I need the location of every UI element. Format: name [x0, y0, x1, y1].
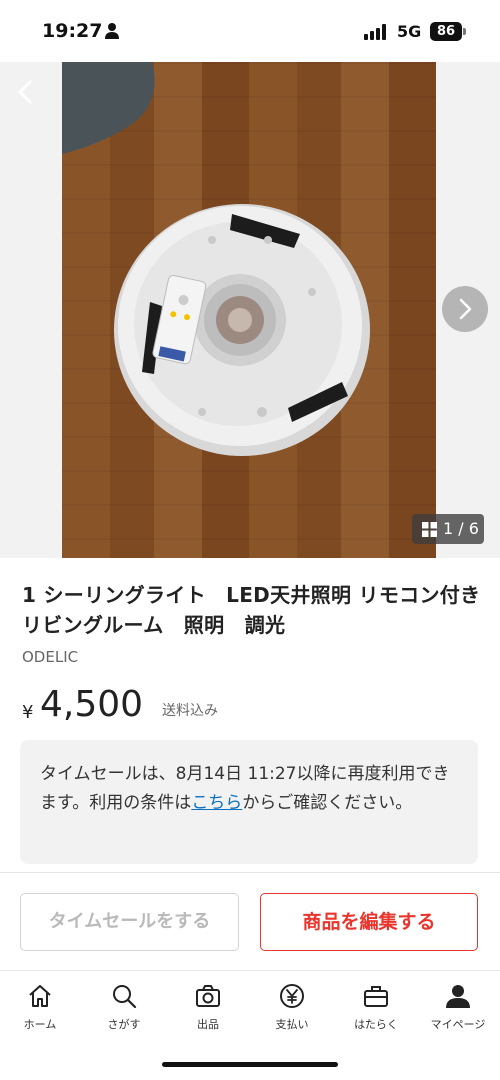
- timesale-button[interactable]: タイムセールをする: [20, 893, 239, 951]
- tab-payment[interactable]: 支払い: [252, 982, 332, 1042]
- shipping-note: 送料込み: [162, 703, 218, 719]
- yen-icon: [280, 984, 304, 1008]
- battery-icon: 86: [430, 22, 462, 41]
- notice-link[interactable]: こちら: [191, 793, 242, 813]
- home-icon: [29, 985, 51, 1007]
- image-counter[interactable]: 1 / 6: [412, 514, 484, 544]
- timesale-notice: タイムセールは、8月14日 11:27以降に再度利用できます。利用の条件はこちら…: [20, 740, 478, 864]
- image-gallery[interactable]: 1 / 6: [0, 62, 500, 558]
- person-status-icon: [105, 23, 119, 39]
- chevron-right-icon: [459, 298, 472, 320]
- briefcase-icon: [364, 986, 388, 1007]
- divider: [0, 970, 500, 971]
- tab-mypage[interactable]: マイページ: [418, 982, 498, 1042]
- price-value: 4,500: [40, 684, 144, 725]
- ceiling-light-image: [62, 62, 370, 456]
- tab-search[interactable]: さがす: [84, 982, 164, 1042]
- tab-payment-label: 支払い: [275, 1018, 309, 1031]
- tab-home[interactable]: ホーム: [0, 982, 80, 1042]
- tab-work-label: はたらく: [354, 1018, 398, 1031]
- home-indicator: [162, 1062, 338, 1067]
- divider: [0, 872, 500, 873]
- back-arrow-icon[interactable]: [10, 72, 42, 112]
- edit-item-button[interactable]: 商品を編集する: [260, 893, 478, 951]
- network-type: 5G: [397, 22, 422, 41]
- tab-search-label: さがす: [107, 1018, 141, 1031]
- product-photo[interactable]: [62, 62, 436, 558]
- tab-work[interactable]: はたらく: [336, 982, 416, 1042]
- image-counter-label: 1 / 6: [443, 519, 479, 538]
- product-brand[interactable]: ODELIC: [22, 648, 78, 666]
- next-image-button[interactable]: [442, 286, 488, 332]
- battery-tip: [463, 28, 466, 35]
- price-currency: ¥: [22, 702, 34, 723]
- tab-home-label: ホーム: [23, 1018, 57, 1031]
- product-title: 1 シーリングライト LED天井照明 リモコン付き リビングルーム 照明 調光: [22, 583, 500, 637]
- tab-sell-label: 出品: [197, 1018, 219, 1031]
- tab-sell[interactable]: 出品: [168, 982, 248, 1042]
- search-icon: [113, 985, 137, 1009]
- person-icon: [446, 985, 470, 1008]
- grid-icon: [422, 522, 437, 537]
- tab-mypage-label: マイページ: [430, 1018, 486, 1031]
- camera-icon: [196, 985, 220, 1007]
- status-time: 19:27: [42, 20, 103, 42]
- notice-text-end: からご確認ください。: [242, 793, 413, 813]
- status-bar: 19:27 5G 86: [0, 0, 500, 62]
